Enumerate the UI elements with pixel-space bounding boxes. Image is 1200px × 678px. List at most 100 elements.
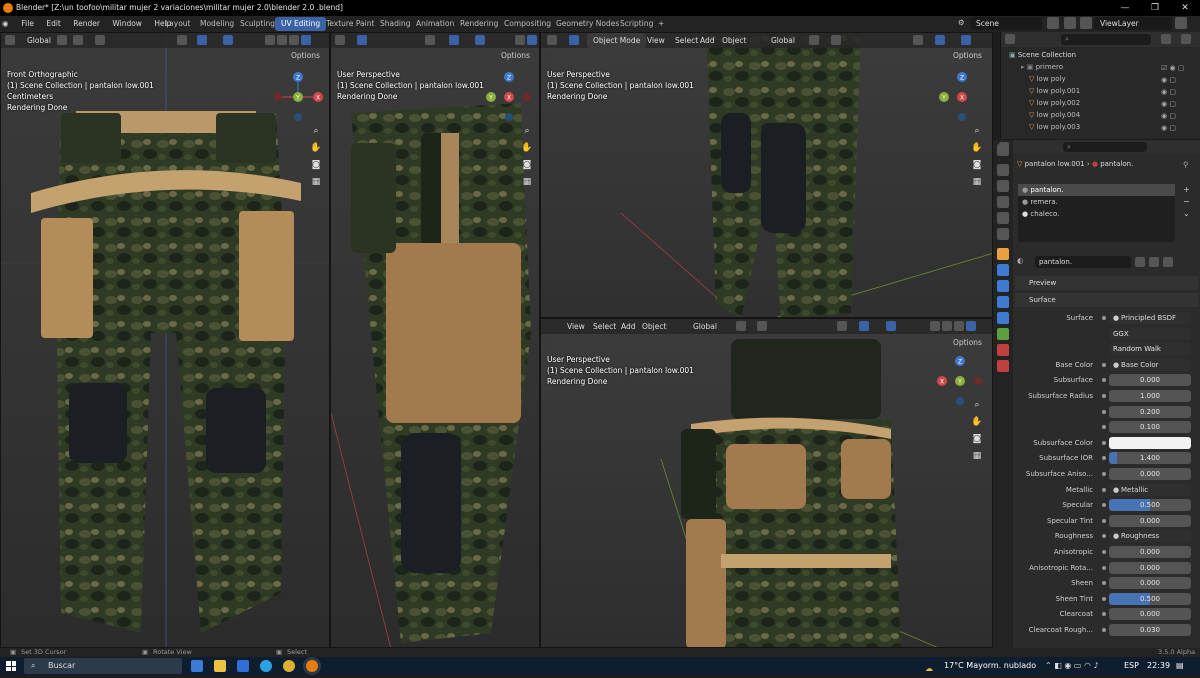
socket-icon[interactable] [1102,362,1106,367]
shading-solid-icon[interactable] [942,321,952,331]
menu-select[interactable]: Select [593,319,616,334]
property-value[interactable]: 0.000 [1109,468,1191,480]
socket-icon[interactable] [1102,456,1106,461]
menu-edit[interactable]: Edit [41,16,66,32]
material-name-field[interactable]: pantalon. [1035,256,1131,268]
viewport3-options[interactable]: Options [953,51,982,60]
tab-rendering[interactable]: Rendering [454,17,504,31]
property-value[interactable]: 0.100 [1109,421,1191,434]
socket-icon[interactable] [1102,409,1106,414]
property-value[interactable]: 0.500 [1109,499,1191,512]
zoom-icon[interactable]: ⌕ [521,125,533,137]
shading-wireframe-icon[interactable] [930,321,940,331]
material-slot[interactable]: ● pantalon. [1018,184,1175,196]
property-value[interactable]: 0.500 [1109,592,1191,605]
property-value[interactable]: 0.000 [1109,561,1191,574]
shading-solid-icon[interactable] [277,35,287,45]
socket-icon[interactable] [1102,440,1106,445]
visibility-icon[interactable] [177,35,187,45]
property-value[interactable] [1109,436,1191,449]
property-value[interactable]: 0.000 [1109,577,1191,590]
camera-icon[interactable]: ◙ [310,159,322,171]
maximize-button[interactable]: ❐ [1140,0,1170,16]
pivot-icon[interactable] [736,321,746,331]
socket-icon[interactable] [1102,612,1106,617]
material-tab-icon[interactable] [997,344,1009,356]
new-viewlayer-icon[interactable] [1175,17,1187,29]
property-value[interactable]: 1.000 [1109,390,1191,402]
editor-type-icon[interactable] [335,35,345,45]
store-icon[interactable] [237,660,249,672]
grid-icon[interactable]: ▦ [971,450,983,462]
camera-icon[interactable]: ◙ [971,159,983,171]
pan-hand-icon[interactable]: ✋ [971,142,983,154]
visibility-icon[interactable] [913,35,923,45]
shading-material-icon[interactable] [954,321,964,331]
grid-icon[interactable]: ▦ [521,176,533,188]
property-dropdown[interactable]: Random Walk [1109,343,1191,356]
tab-compositing[interactable]: Compositing [498,17,557,31]
view-layer-tab-icon[interactable] [997,196,1009,208]
menu-add[interactable]: Add [700,33,715,48]
menu-file[interactable]: File [16,16,39,32]
property-value[interactable]: 0.200 [1109,405,1191,418]
visibility-icon[interactable] [837,321,847,331]
shading-wireframe-icon[interactable] [265,35,275,45]
object-tab-icon[interactable] [997,248,1009,260]
menu-view[interactable]: View [567,319,585,334]
material-browse-icon[interactable]: ◐ [1017,256,1025,265]
property-value[interactable]: 0.030 [1109,624,1191,636]
minimize-button[interactable]: — [1110,0,1140,16]
tab-animation[interactable]: Animation [410,17,460,31]
pivot-icon[interactable] [809,35,819,45]
zoom-icon[interactable]: ⌕ [971,125,983,137]
viewport4-options[interactable]: Options [953,338,982,347]
socket-icon[interactable] [1102,596,1106,601]
gizmo-toggle-icon[interactable] [859,321,869,331]
chrome-icon[interactable] [283,660,295,672]
navigation-gizmo[interactable]: Z Y X [483,71,535,123]
gizmo-toggle-icon[interactable] [935,35,945,45]
menu-view[interactable]: View [647,33,665,48]
viewport1-options[interactable]: Options [291,51,320,60]
render-tab-icon[interactable] [997,164,1009,176]
windows-start-icon[interactable] [6,661,16,671]
snap-icon[interactable] [757,321,767,331]
particles-tab-icon[interactable] [997,280,1009,292]
pivot-icon[interactable] [57,35,67,45]
shading-rendered-icon[interactable] [301,35,311,45]
tray-icons[interactable]: ⌃ ◧ ◉ ▭ ◠ ♪ [1045,657,1099,675]
property-dropdown[interactable]: GGX [1109,327,1191,340]
pan-hand-icon[interactable]: ✋ [310,142,322,154]
modifier-tab-icon[interactable] [997,264,1009,276]
property-value[interactable]: 0.000 [1109,608,1191,621]
viewport-user-perspective-3[interactable]: Object Mode View Select Add Object Globa… [540,32,993,318]
visibility-icon[interactable] [425,35,435,45]
tab-sculpting[interactable]: Sculpting [234,17,281,31]
property-value[interactable]: 0.000 [1109,546,1191,558]
world-tab-icon[interactable] [997,228,1009,240]
delete-scene-icon[interactable] [1064,17,1076,29]
material-slot[interactable]: ● chaleco. [1018,208,1175,220]
grid-icon[interactable]: ▦ [971,176,983,188]
pin-icon[interactable]: ⚲ [1183,160,1189,169]
tab-layout[interactable]: Layout [159,17,197,31]
filter-icon[interactable] [1161,34,1171,44]
transform-orientation-dropdown[interactable]: Global [27,33,51,48]
select-mode-icon[interactable] [357,35,367,45]
output-tab-icon[interactable] [997,180,1009,192]
grid-icon[interactable]: ▦ [310,176,322,188]
viewlayer-selector[interactable]: ViewLayer [1094,17,1172,30]
data-tab-icon[interactable] [997,328,1009,340]
tool-select-icon[interactable] [543,337,553,347]
pan-hand-icon[interactable]: ✋ [971,416,983,428]
socket-icon[interactable] [1102,394,1106,398]
new-collection-icon[interactable] [1181,34,1191,44]
property-value[interactable]: ● Roughness [1109,530,1191,543]
close-button[interactable]: ✕ [1170,0,1200,16]
pan-hand-icon[interactable]: ✋ [521,142,533,154]
viewport-front-ortho[interactable]: Global Options Front Orthographic (1) Sc… [0,32,330,648]
unlink-material-icon[interactable] [1163,257,1173,267]
taskbar-search-input[interactable]: ⌕ Buscar [24,658,182,674]
tab-uv-editing[interactable]: UV Editing [275,17,327,31]
